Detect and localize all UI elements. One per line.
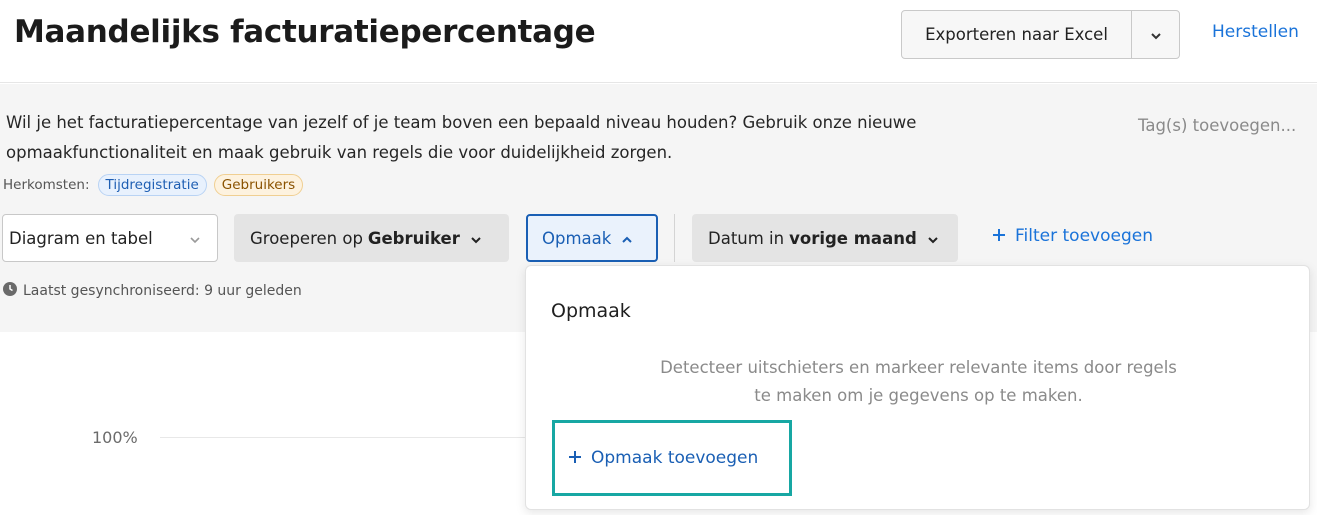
add-format-label: Opmaak toevoegen — [591, 448, 759, 468]
date-filter-value: vorige maand — [789, 228, 917, 248]
origin-chip-time-tracking[interactable]: Tijdregistratie — [97, 174, 207, 196]
chart-gridline — [160, 437, 530, 438]
format-button-label: Opmaak — [542, 228, 612, 248]
plus-icon — [993, 226, 1005, 246]
toolbar-divider — [674, 214, 675, 262]
format-button[interactable]: Opmaak — [526, 214, 658, 262]
origins-label: Herkomsten: — [3, 177, 90, 193]
format-popover-description: Detecteer uitschieters en markeer releva… — [660, 358, 1177, 405]
group-by-prefix: Groeperen op — [250, 228, 363, 248]
chevron-down-icon — [470, 229, 482, 248]
chevron-down-icon — [927, 229, 939, 248]
chevron-down-icon — [189, 229, 201, 248]
format-popover: Opmaak Detecteer uitschieters en markeer… — [525, 265, 1310, 510]
date-filter-prefix: Datum in — [708, 228, 785, 248]
view-select-value: Diagram en tabel — [9, 228, 153, 248]
group-by-value: Gebruiker — [367, 228, 460, 248]
date-filter-button[interactable]: Datum in vorige maand — [692, 214, 958, 262]
group-by-button[interactable]: Groeperen op Gebruiker — [234, 214, 509, 262]
y-axis-tick-label: 100% — [92, 428, 138, 447]
page-title: Maandelijks facturatiepercentage — [14, 14, 596, 50]
origin-chip-users[interactable]: Gebruikers — [213, 174, 304, 196]
sync-status: Laatst gesynchroniseerd: 9 uur geleden — [3, 282, 302, 300]
view-select[interactable]: Diagram en tabel — [2, 214, 218, 262]
report-header: Maandelijks facturatiepercentage Exporte… — [0, 0, 1317, 83]
sync-status-text: Laatst gesynchroniseerd: 9 uur geleden — [23, 283, 302, 299]
clock-icon — [3, 282, 17, 300]
add-filter-label: Filter toevoegen — [1015, 226, 1153, 246]
export-excel-button[interactable]: Exporteren naar Excel — [902, 11, 1132, 58]
chevron-up-icon — [621, 229, 633, 248]
add-tags-input[interactable]: Tag(s) toevoegen... — [1138, 116, 1296, 135]
format-popover-title: Opmaak — [551, 300, 631, 322]
origins-row: Herkomsten: Tijdregistratie Gebruikers — [3, 174, 304, 196]
plus-icon — [569, 448, 581, 468]
chevron-down-icon — [1150, 25, 1162, 44]
add-filter-button[interactable]: Filter toevoegen — [993, 226, 1153, 246]
export-button-group: Exporteren naar Excel — [901, 10, 1180, 59]
reset-link[interactable]: Herstellen — [1212, 22, 1299, 42]
export-options-button[interactable] — [1132, 11, 1179, 58]
add-format-button[interactable]: Opmaak toevoegen — [552, 420, 792, 496]
report-description: Wil je het facturatiepercentage van jeze… — [6, 113, 917, 162]
